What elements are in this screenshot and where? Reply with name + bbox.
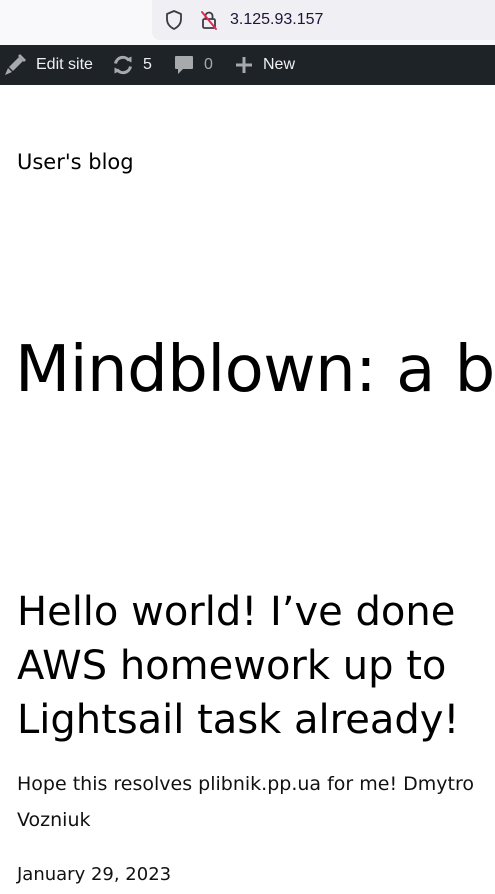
shield-icon[interactable] bbox=[162, 8, 186, 32]
browser-toolbar: 3.125.93.157 bbox=[0, 0, 495, 45]
wp-admin-bar: Edit site 5 0 New bbox=[0, 45, 495, 85]
edit-site-label: Edit site bbox=[36, 56, 93, 73]
updates-icon bbox=[111, 53, 135, 77]
url-text[interactable]: 3.125.93.157 bbox=[230, 10, 323, 30]
updates-button[interactable]: 5 bbox=[111, 45, 152, 85]
edit-site-button[interactable]: Edit site bbox=[3, 45, 93, 85]
brush-icon bbox=[3, 53, 27, 77]
new-label: New bbox=[263, 56, 296, 73]
post-date[interactable]: January 29, 2023 bbox=[17, 862, 171, 888]
post-title-link[interactable]: Hello world! I’ve done AWS homework up t… bbox=[17, 585, 487, 747]
page-content: User's blog Mindblown: a b Hello world! … bbox=[0, 85, 495, 894]
updates-count: 5 bbox=[143, 56, 152, 73]
address-bar[interactable]: 3.125.93.157 bbox=[152, 0, 495, 40]
site-tagline: Mindblown: a b bbox=[15, 333, 495, 407]
comments-button[interactable]: 0 bbox=[172, 45, 213, 85]
plus-icon bbox=[232, 53, 256, 77]
insecure-lock-icon[interactable] bbox=[197, 8, 221, 32]
new-content-button[interactable]: New bbox=[232, 45, 295, 85]
post-excerpt: Hope this resolves plibnik.pp.ua for me!… bbox=[17, 773, 474, 831]
comment-bubble-icon bbox=[172, 53, 196, 77]
site-title-link[interactable]: User's blog bbox=[17, 148, 134, 176]
comments-count: 0 bbox=[204, 56, 213, 73]
